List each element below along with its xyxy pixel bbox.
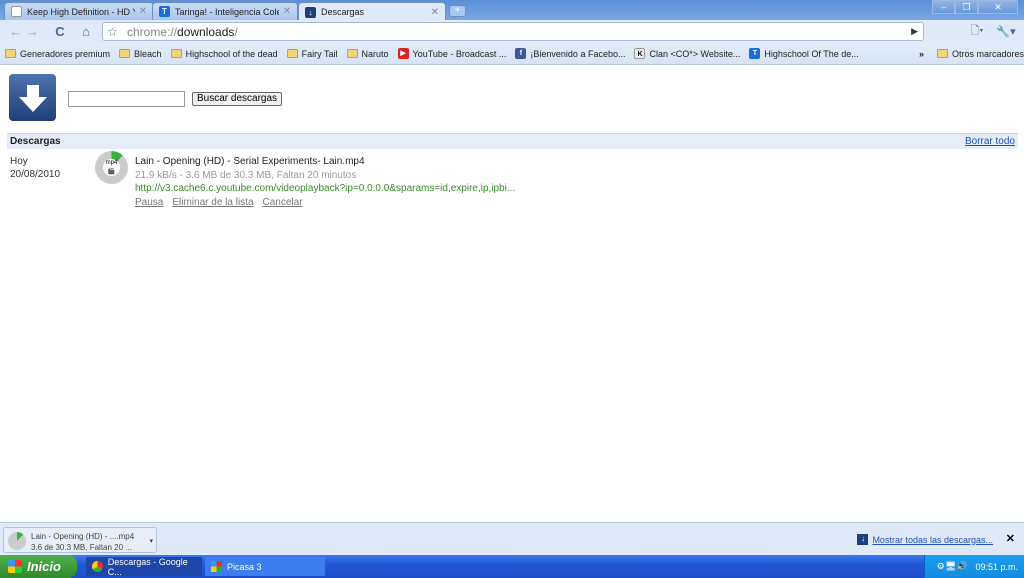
cancel-link[interactable]: Cancelar [263,197,303,208]
remove-from-list-link[interactable]: Eliminar de la lista [172,197,253,208]
taringa-icon: T [749,48,761,59]
chevron-more-icon[interactable]: » [919,49,924,59]
download-url[interactable]: http://v3.cache6.c.youtube.com/videoplay… [135,182,515,196]
downloads-logo [9,74,56,121]
bookmark-naruto[interactable]: Naruto [346,49,389,59]
page-icon [11,6,22,17]
restore-button[interactable]: ❐ [955,0,978,14]
tray-icons[interactable]: ⚙🖥🔊 [937,561,968,572]
download-progress-text: 21.9 kB/s - 3.6 MB de 30.3 MB, Faltan 20… [135,169,357,181]
bookmark-facebook[interactable]: f ¡Bienvenido a Facebo... [515,48,625,59]
new-tab-button[interactable]: + [449,5,466,17]
windows-logo-icon [8,560,22,573]
url-text: chrome://downloads/ [127,24,238,39]
start-button[interactable]: Inicio [0,555,77,578]
download-progress-icon: mp4 🎬 [95,151,128,184]
go-icon[interactable]: ▶ [911,26,918,37]
download-shelf: Lain - Opening (HD) - ....mp4 3.6 de 30.3… [0,522,1024,555]
bookmark-youtube[interactable]: ▶ YouTube - Broadcast ... [397,48,506,59]
bookmark-highschool-taringa[interactable]: T Highschool Of The de... [749,48,859,59]
download-item: Lain - Opening (HD) - Serial Experiments… [135,155,515,209]
chrome-icon [92,561,103,572]
tab-label: Taringa! - Inteligencia Cole... [175,6,279,17]
download-date: Hoy 20/08/2010 [10,156,61,180]
dropdown-icon[interactable]: ▾ [149,536,153,547]
show-all-downloads-link[interactable]: ↓ Mostrar todas las descargas... [857,534,993,545]
tab-label: Keep High Definition - HD Y... [27,6,135,17]
bookmark-highschool[interactable]: Highschool of the dead [170,49,278,59]
picasa-icon [211,561,222,572]
pause-link[interactable]: Pausa [135,197,163,208]
minimize-button[interactable]: – [932,0,955,14]
bookmark-other[interactable]: Otros marcadores [937,49,1024,59]
section-title: Descargas [10,136,61,147]
taskbar-chrome[interactable]: Descargas - Google C... [86,557,202,577]
clan-icon: K [634,48,646,59]
folder-icon [5,49,16,58]
clear-all-link[interactable]: Borrar todo [965,136,1015,147]
download-progress-icon [8,532,26,550]
system-tray: ⚙🖥🔊 09:51 p.m. [924,555,1024,578]
section-header: Descargas Borrar todo [7,133,1018,149]
tab-descargas[interactable]: ↓ Descargas ✕ [298,2,446,21]
back-forward-buttons[interactable]: ← → [4,22,44,41]
wrench-icon[interactable]: 🔧▾ [995,22,1017,41]
toolbar: ← → C ⌂ ☆ chrome://downloads/ ▶ 🗋▾ 🔧▾ [0,20,1024,43]
search-input[interactable] [68,91,185,107]
search-downloads-button[interactable]: Buscar descargas [192,92,283,106]
tab-strip: Keep High Definition - HD Y... ✕ T Taringa… [0,0,1024,21]
taringa-icon: T [159,6,170,17]
bookmark-clan[interactable]: K Clan <CO*> Website... [634,48,740,59]
bookmark-fairy-tail[interactable]: Fairy Tail [286,49,338,59]
tab-taringa[interactable]: T Taringa! - Inteligencia Cole... ✕ [152,2,298,20]
download-icon: ↓ [857,534,869,545]
page-menu-icon[interactable]: 🗋▾ [966,22,988,41]
clock[interactable]: 09:51 p.m. [975,562,1018,572]
download-icon: ↓ [305,6,316,18]
close-icon[interactable]: ✕ [431,7,439,18]
download-arrow-icon [18,84,47,112]
download-file-name[interactable]: Lain - Opening (HD) - Serial Experiments… [135,155,515,169]
tab-keep-high-definition[interactable]: Keep High Definition - HD Y... ✕ [4,2,154,20]
folder-icon [170,49,182,58]
folder-icon [119,49,131,58]
bookmark-bleach[interactable]: Bleach [119,49,162,59]
close-shelf-icon[interactable]: ✕ [1006,532,1015,545]
forward-icon[interactable]: → [26,24,39,39]
file-type-icon: mp4 🎬 [103,159,120,176]
folder-icon [937,49,948,58]
close-icon[interactable]: ✕ [283,6,291,17]
star-icon[interactable]: ☆ [107,25,118,39]
facebook-icon: f [515,48,527,59]
bookmark-generadores[interactable]: Generadores premium [5,49,110,59]
back-icon[interactable]: ← [9,24,22,39]
close-icon[interactable]: ✕ [139,6,147,17]
taskbar: Inicio Descargas - Google C... Picasa 3 … [0,555,1024,578]
taskbar-picasa[interactable]: Picasa 3 [205,557,325,576]
close-window-button[interactable]: ✕ [978,0,1018,14]
omnibox[interactable]: ☆ chrome://downloads/ ▶ [102,22,924,41]
folder-icon [346,49,358,58]
tab-label: Descargas [321,7,365,17]
shelf-download-item[interactable]: Lain - Opening (HD) - ....mp4 3.6 de 30.3… [3,527,157,553]
youtube-icon: ▶ [397,48,409,59]
bookmarks-bar: Generadores premium Bleach Highschool of… [0,43,1024,65]
reload-icon[interactable]: C [50,22,70,41]
folder-icon [286,49,298,58]
home-icon[interactable]: ⌂ [76,22,96,41]
